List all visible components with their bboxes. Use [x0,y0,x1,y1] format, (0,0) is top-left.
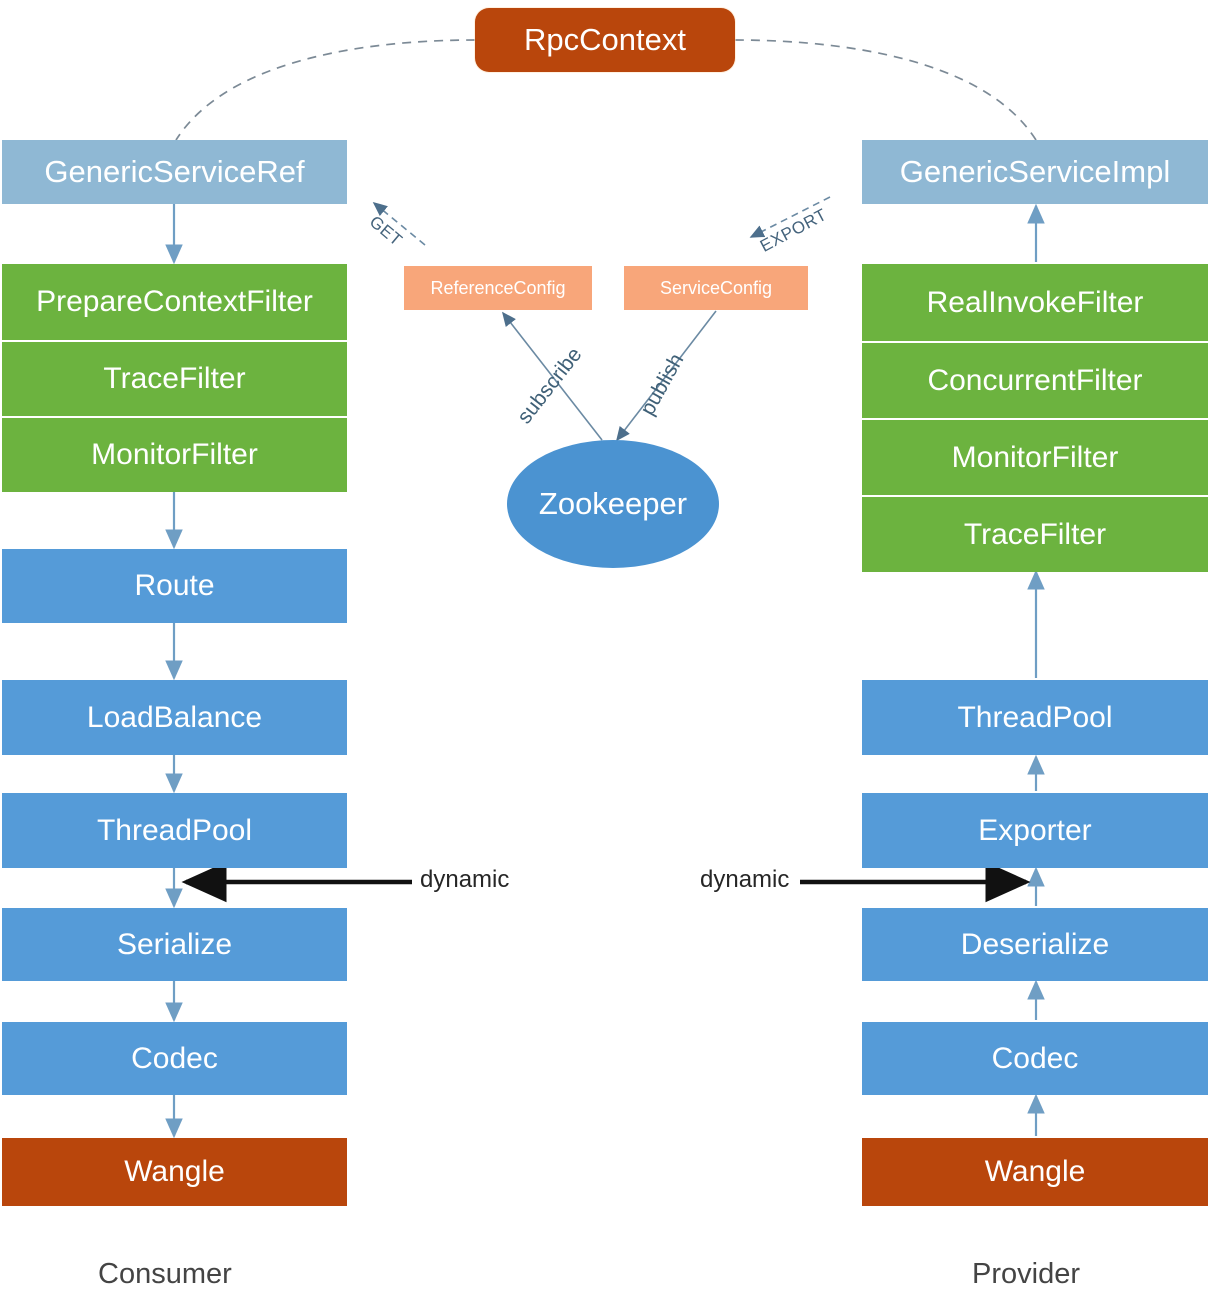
node-provider-filter-1-label: ConcurrentFilter [927,363,1143,397]
rpccontext-provider-link [734,39,1037,141]
node-consumer-transport[interactable]: Wangle [2,1138,347,1206]
node-consumer-stage-4[interactable]: Codec [2,1022,347,1095]
edge-label-dynamic-consumer-text: dynamic [420,866,510,893]
edge-label-export: EXPORT [757,205,830,257]
node-zookeeper[interactable]: Zookeeper [507,440,719,568]
node-rpccontext[interactable]: RpcContext [475,8,735,72]
node-consumer-entry[interactable]: GenericServiceRef [2,140,347,204]
node-provider-entry-label: GenericServiceImpl [899,153,1171,189]
node-provider-stage-3-label: Codec [991,1041,1079,1075]
node-consumer-stage-0[interactable]: Route [2,549,347,623]
edge-label-dynamic-consumer: dynamic [420,866,509,894]
node-provider-filter-0[interactable]: RealInvokeFilter [862,264,1208,341]
edge-label-get: GET [365,212,406,251]
node-reference-config-label: ReferenceConfig [430,277,566,298]
node-zookeeper-label: Zookeeper [538,485,688,521]
node-consumer-stage-0-label: Route [134,569,215,603]
node-provider-filter-3-label: TraceFilter [963,517,1107,551]
node-service-config[interactable]: ServiceConfig [624,266,808,310]
node-provider-filter-2-label: MonitorFilter [951,440,1119,474]
node-consumer-filter-0-label: PrepareContextFilter [36,285,313,319]
node-reference-config[interactable]: ReferenceConfig [404,266,592,310]
node-consumer-stage-3[interactable]: Serialize [2,908,347,981]
caption-provider-text: Provider [972,1258,1080,1290]
node-consumer-stage-2-label: ThreadPool [96,813,253,847]
edge-label-publish: publish [636,350,689,420]
node-consumer-filter-1[interactable]: TraceFilter [2,340,347,416]
node-consumer-entry-label: GenericServiceRef [44,153,305,189]
edge-label-subscribe: subscribe [513,343,587,429]
edge-label-dynamic-provider: dynamic [700,866,789,894]
node-service-config-label: ServiceConfig [659,277,773,298]
node-provider-entry[interactable]: GenericServiceImpl [862,140,1208,204]
node-provider-transport[interactable]: Wangle [862,1138,1208,1206]
node-provider-stage-1-label: Exporter [978,813,1092,847]
node-provider-filter-2[interactable]: MonitorFilter [862,418,1208,495]
node-provider-stage-2-label: Deserialize [960,927,1110,961]
node-consumer-stage-1-label: LoadBalance [86,700,263,734]
node-consumer-filter-1-label: TraceFilter [103,362,246,396]
caption-consumer-text: Consumer [98,1258,232,1290]
node-consumer-stage-1[interactable]: LoadBalance [2,680,347,755]
edge-label-dynamic-provider-text: dynamic [700,866,790,893]
edge-label-subscribe-text: subscribe [513,343,587,429]
diagram-canvas: RpcContext GenericServiceRef PrepareCont… [0,0,1210,1310]
node-consumer-stage-2[interactable]: ThreadPool [2,793,347,868]
caption-provider: Provider [972,1258,1080,1291]
node-provider-transport-label: Wangle [984,1155,1086,1189]
node-provider-filter-0-label: RealInvokeFilter [926,285,1144,319]
node-provider-stage-3[interactable]: Codec [862,1022,1208,1095]
node-consumer-filter-2[interactable]: MonitorFilter [2,416,347,492]
node-consumer-stage-3-label: Serialize [116,927,233,961]
node-consumer-stage-4-label: Codec [131,1041,218,1075]
edge-label-get-text: GET [365,212,406,250]
node-consumer-filter-0[interactable]: PrepareContextFilter [2,264,347,340]
node-provider-filter-1[interactable]: ConcurrentFilter [862,341,1208,418]
edge-label-publish-text: publish [636,349,689,420]
node-consumer-filter-2-label: MonitorFilter [91,438,258,472]
node-provider-stage-0[interactable]: ThreadPool [862,680,1208,755]
caption-consumer: Consumer [98,1258,232,1291]
node-rpccontext-label: RpcContext [524,21,686,57]
node-provider-stage-2[interactable]: Deserialize [862,908,1208,981]
edge-label-export-text: EXPORT [757,204,831,256]
rpccontext-consumer-link [175,39,476,141]
node-provider-stage-0-label: ThreadPool [957,700,1113,734]
node-provider-stage-1[interactable]: Exporter [862,793,1208,868]
node-provider-filter-3[interactable]: TraceFilter [862,495,1208,572]
node-consumer-transport-label: Wangle [124,1155,225,1189]
